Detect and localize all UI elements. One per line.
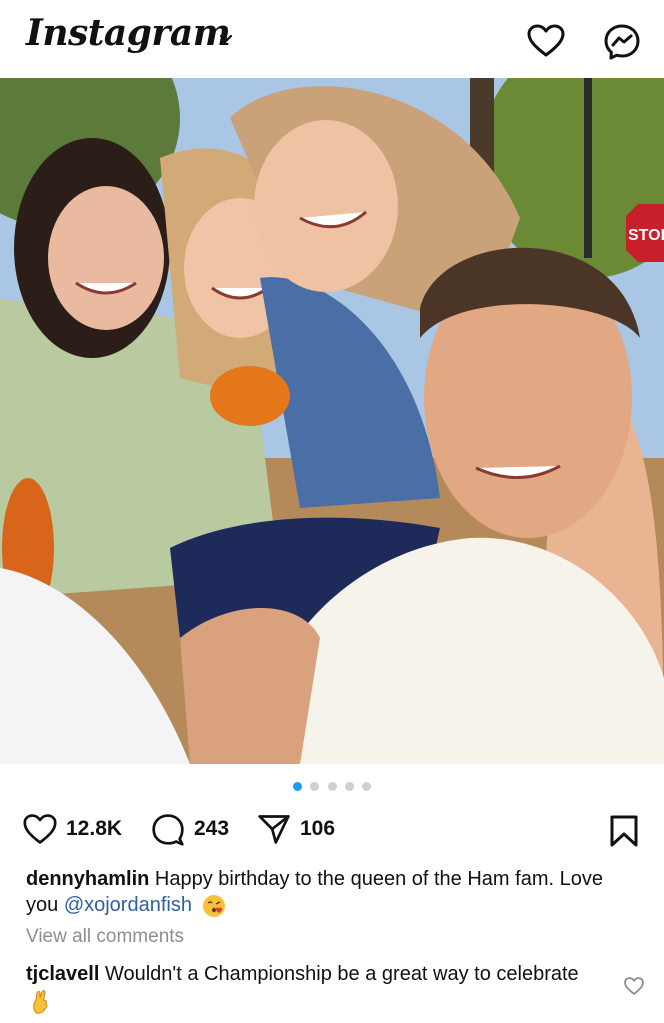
carousel-indicator <box>0 778 664 794</box>
heart-icon[interactable] <box>526 22 566 62</box>
carousel-dot <box>327 782 337 791</box>
shares-count: 106 <box>300 817 336 840</box>
post-actions: 12.8K 243 106 <box>0 806 664 852</box>
comment-like-heart-icon[interactable] <box>623 976 645 996</box>
share-icon[interactable] <box>256 812 292 846</box>
comment-icon[interactable] <box>150 812 186 846</box>
family-selfie-photo: STOP <box>0 78 664 764</box>
stop-sign: STOP <box>626 204 664 262</box>
carousel-dot <box>362 782 372 791</box>
caption-mention[interactable]: @xojordanfish <box>64 894 192 916</box>
caption-username[interactable]: dennyhamlin <box>26 868 149 890</box>
comment-button[interactable]: 243 <box>150 812 229 846</box>
post-photo[interactable]: STOP <box>0 78 664 764</box>
heart-icon[interactable] <box>22 812 58 846</box>
top-comment: tjclavell Wouldn't a Championship be a g… <box>26 961 586 1015</box>
crossed-fingers-emoji <box>33 990 48 1014</box>
carousel-dot <box>344 782 354 791</box>
comment-username[interactable]: tjclavell <box>26 963 99 985</box>
post-caption: dennyhamlin Happy birthday to the queen … <box>26 866 636 918</box>
face-blowing-kiss-emoji <box>202 894 225 917</box>
like-button[interactable]: 12.8K <box>22 812 122 846</box>
carousel-dot-active <box>292 782 302 791</box>
likes-count[interactable]: 12.8K <box>66 817 122 841</box>
comments-count: 243 <box>194 817 230 840</box>
share-button[interactable]: 106 <box>256 812 335 846</box>
bookmark-icon[interactable] <box>608 814 640 848</box>
view-all-comments-link[interactable]: View all comments <box>26 926 184 948</box>
top-bar: Instagram <box>0 0 664 78</box>
messenger-icon[interactable] <box>602 22 642 62</box>
stop-sign-text: STOP <box>628 227 664 244</box>
chevron-down-icon[interactable] <box>218 33 234 45</box>
carousel-dot <box>310 782 320 791</box>
app-logo[interactable]: Instagram <box>26 12 231 54</box>
comment-text: Wouldn't a Championship be a great way t… <box>104 963 579 985</box>
